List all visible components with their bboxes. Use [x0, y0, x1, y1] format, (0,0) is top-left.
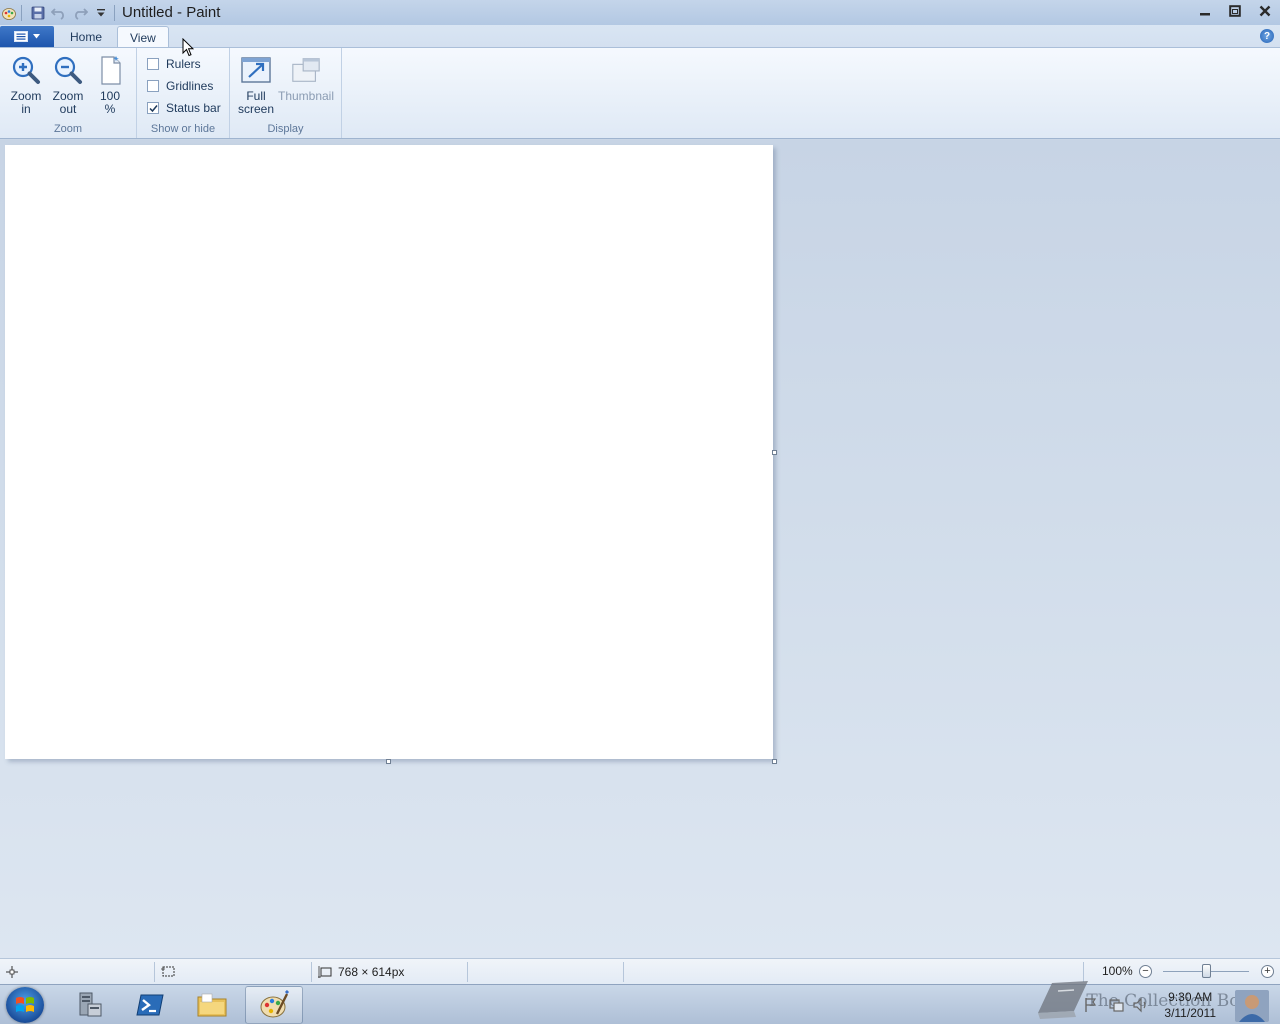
gridlines-option[interactable]: Gridlines: [147, 78, 213, 94]
minimize-icon: [1200, 13, 1210, 16]
zoom-in-slider-button[interactable]: +: [1261, 965, 1274, 978]
zoom-group: Zoom in Zoom out 100% Zoom: [0, 48, 137, 138]
close-icon: [1259, 5, 1271, 17]
network-icon: [1109, 999, 1124, 1012]
restore-icon: [1229, 5, 1241, 17]
zoom-out-slider-button[interactable]: −: [1139, 965, 1152, 978]
zoom-group-label: Zoom: [53, 123, 83, 135]
menu-icon: [14, 31, 28, 42]
actual-size-label-1: 100: [99, 89, 121, 103]
window-controls: [1190, 0, 1280, 22]
rulers-checkbox[interactable]: [147, 58, 159, 70]
zoom-in-label-2: in: [21, 102, 31, 116]
paint-app-icon[interactable]: [1, 5, 17, 21]
paint-menu-button[interactable]: [0, 26, 54, 47]
separator: [21, 4, 22, 21]
display-group-label: Display: [267, 123, 304, 135]
taskbar-server-manager[interactable]: [60, 986, 118, 1024]
rulers-option[interactable]: Rulers: [147, 56, 201, 72]
resize-handle-bottom[interactable]: [386, 759, 391, 764]
zoom-level-text: 100%: [1102, 964, 1133, 978]
zoom-out-button[interactable]: Zoom out: [48, 54, 88, 118]
selection-size-cell: [158, 962, 312, 982]
thumbnail-button[interactable]: Thumbnail: [278, 54, 334, 118]
show-or-hide-group: Rulers Gridlines Status bar Show or hide: [137, 48, 230, 138]
full-screen-button[interactable]: Full screen: [236, 54, 276, 118]
actual-size-label-2: %: [104, 102, 116, 116]
action-center-flag-icon: [1085, 998, 1097, 1012]
paint-palette-icon: [260, 990, 289, 1018]
start-button[interactable]: [6, 987, 44, 1023]
zoom-in-button[interactable]: Zoom in: [6, 54, 46, 118]
status-bar-label: Status bar: [166, 101, 221, 115]
image-size-icon: [318, 966, 332, 978]
selection-icon: [161, 966, 175, 977]
page-icon: [94, 54, 126, 86]
separator: [114, 4, 115, 21]
server-manager-icon: [79, 992, 102, 1017]
folder-icon: [197, 993, 227, 1017]
status-cell-empty: [471, 962, 624, 982]
full-screen-label-2: screen: [237, 102, 275, 116]
help-icon[interactable]: ?: [1260, 29, 1274, 43]
status-cell-wide: [627, 962, 1084, 982]
mouse-pointer-icon: [182, 38, 194, 57]
status-bar-checkbox[interactable]: [147, 102, 159, 114]
checkmark-icon: [148, 104, 158, 112]
system-tray: The Collection Book 9:30 AM 3/11/2011: [1020, 981, 1280, 1024]
image-size-cell: 768 × 614px: [315, 962, 468, 982]
customize-dropdown-icon[interactable]: [92, 4, 110, 22]
status-bar-option[interactable]: Status bar: [147, 100, 221, 116]
clock[interactable]: 9:30 AM 3/11/2011: [1164, 989, 1216, 1021]
windows-logo-icon: [16, 997, 34, 1012]
taskbar-powershell[interactable]: [121, 986, 179, 1024]
actual-size-button[interactable]: 100%: [90, 54, 130, 118]
zoom-out-label-1: Zoom: [52, 89, 84, 103]
redo-icon[interactable]: [71, 4, 89, 22]
clock-date: 3/11/2011: [1164, 1006, 1216, 1020]
restore-button[interactable]: [1220, 0, 1250, 22]
minimize-button[interactable]: [1190, 0, 1220, 22]
cursor-position-cell: [3, 962, 155, 982]
tab-view[interactable]: View: [117, 26, 169, 48]
taskbar-paint[interactable]: [245, 986, 303, 1024]
thumbnail-label: Thumbnail: [277, 89, 335, 103]
save-icon[interactable]: [29, 4, 47, 22]
window-title: Untitled - Paint: [122, 4, 221, 21]
canvas-workspace[interactable]: [0, 140, 1280, 958]
show-or-hide-group-label: Show or hide: [150, 123, 216, 135]
taskbar-file-explorer[interactable]: [183, 986, 241, 1024]
full-screen-icon: [240, 54, 272, 86]
crosshair-icon: [6, 966, 18, 978]
gridlines-label: Gridlines: [166, 79, 214, 93]
rulers-label: Rulers: [166, 57, 201, 71]
close-button[interactable]: [1250, 0, 1280, 22]
full-screen-label-1: Full: [246, 89, 266, 103]
image-size-text: 768 × 614px: [338, 965, 405, 979]
taskbar: The Collection Book 9:30 AM 3/11/2011: [0, 981, 1280, 1024]
resize-handle-right[interactable]: [772, 450, 777, 455]
zoom-slider-thumb[interactable]: [1202, 964, 1211, 978]
user-avatar-icon: [1235, 990, 1269, 1022]
tab-home[interactable]: Home: [58, 26, 114, 48]
zoom-out-label-2: out: [59, 102, 77, 116]
resize-handle-corner[interactable]: [772, 759, 777, 764]
zoom-out-icon: [52, 54, 84, 86]
ribbon-panel: Zoom in Zoom out 100% Zoom Rulers Gridline…: [0, 47, 1280, 139]
zoom-in-label-1: Zoom: [10, 89, 42, 103]
volume-icon: [1133, 997, 1146, 1013]
zoom-in-icon: [10, 54, 42, 86]
undo-icon[interactable]: [50, 4, 68, 22]
title-bar: Untitled - Paint: [0, 0, 1280, 25]
clock-time: 9:30 AM: [1168, 990, 1213, 1004]
powershell-icon: [136, 994, 164, 1016]
chevron-down-icon: [33, 34, 40, 39]
display-group: Full screen Thumbnail Display: [230, 48, 342, 138]
gridlines-checkbox[interactable]: [147, 80, 159, 92]
drawing-canvas[interactable]: [5, 145, 773, 759]
thumbnail-icon: [290, 54, 322, 86]
